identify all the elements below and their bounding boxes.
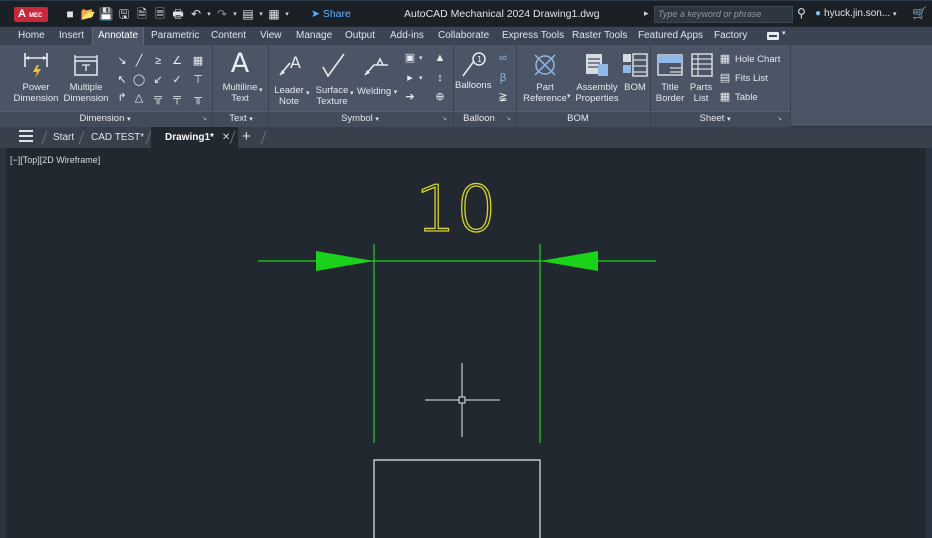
dimension-arrow-left[interactable] — [316, 251, 374, 271]
dimension-text[interactable]: 10 — [415, 172, 498, 247]
drawing-canvas: 10 — [258, 172, 656, 538]
crosshair-cursor-icon — [425, 363, 500, 437]
dimension-arrow-right[interactable] — [540, 251, 598, 271]
rectangle-geometry[interactable] — [373, 459, 541, 538]
autocad-window: A MEC ■ 📂 💾 🖫 🗎 🗏 🖶 ↶ ▾ ↷ ▾ ▤ ▾ ▦ ▾ ➤ Shar… — [0, 0, 932, 538]
